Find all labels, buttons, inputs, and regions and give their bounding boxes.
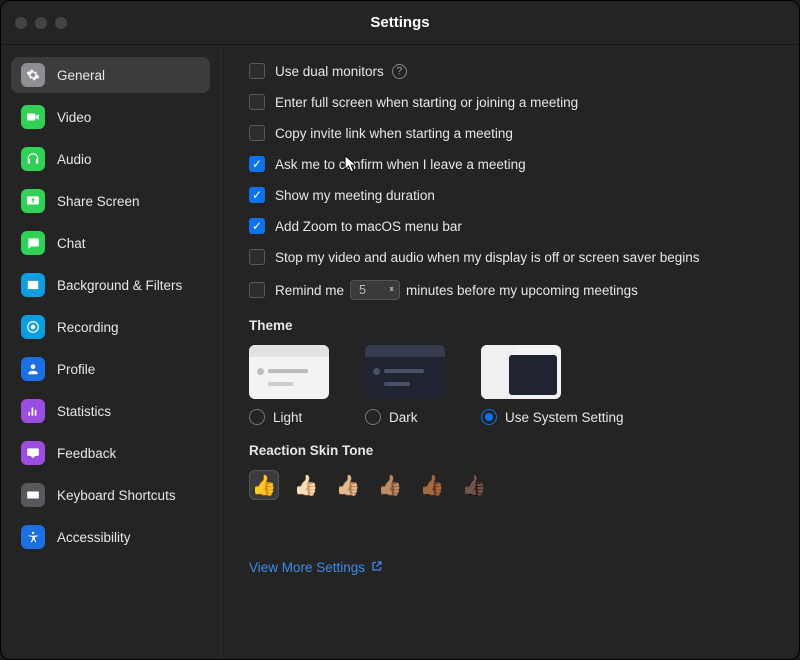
sidebar-item-background-filters[interactable]: Background & Filters bbox=[11, 267, 210, 303]
sidebar-item-recording[interactable]: Recording bbox=[11, 309, 210, 345]
sidebar-item-label: Recording bbox=[57, 320, 119, 335]
help-icon[interactable]: ? bbox=[392, 64, 407, 79]
theme-option-use-system-setting[interactable]: Use System Setting bbox=[481, 345, 624, 425]
theme-option-light[interactable]: Light bbox=[249, 345, 329, 425]
profile-icon bbox=[21, 357, 45, 381]
theme-label: Light bbox=[273, 410, 302, 425]
headphones-icon bbox=[21, 147, 45, 171]
sidebar-item-label: Profile bbox=[57, 362, 95, 377]
setting-checkbox[interactable] bbox=[249, 249, 265, 265]
skin-tone-option[interactable]: 👍🏾 bbox=[417, 470, 447, 500]
sidebar-item-label: Chat bbox=[57, 236, 86, 251]
skin-tone-option[interactable]: 👍🏻 bbox=[291, 470, 321, 500]
close-window-button[interactable] bbox=[15, 17, 27, 29]
sidebar-item-label: General bbox=[57, 68, 105, 83]
window-title: Settings bbox=[370, 14, 429, 31]
setting-checkbox[interactable] bbox=[249, 187, 265, 203]
remind-minutes-value: 5 bbox=[359, 283, 366, 297]
remind-me-prefix: Remind me bbox=[275, 283, 344, 298]
sidebar-item-label: Background & Filters bbox=[57, 278, 182, 293]
setting-row: Ask me to confirm when I leave a meeting bbox=[249, 156, 771, 172]
setting-label: Ask me to confirm when I leave a meeting bbox=[275, 157, 526, 172]
setting-checkbox[interactable] bbox=[249, 94, 265, 110]
zoom-window-button[interactable] bbox=[55, 17, 67, 29]
settings-sidebar: General Video Audio Share Screen Chat Backgro… bbox=[1, 45, 221, 659]
sidebar-item-video[interactable]: Video bbox=[11, 99, 210, 135]
skin-tone-option[interactable]: 👍🏼 bbox=[333, 470, 363, 500]
setting-label: Add Zoom to macOS menu bar bbox=[275, 219, 462, 234]
setting-row: Show my meeting duration bbox=[249, 187, 771, 203]
sidebar-item-label: Accessibility bbox=[57, 530, 131, 545]
chat-icon bbox=[21, 231, 45, 255]
view-more-settings-link[interactable]: View More Settings bbox=[249, 560, 383, 575]
theme-option-dark[interactable]: Dark bbox=[365, 345, 445, 425]
setting-label: Copy invite link when starting a meeting bbox=[275, 126, 513, 141]
sidebar-item-label: Feedback bbox=[57, 446, 116, 461]
remind-me-suffix: minutes before my upcoming meetings bbox=[406, 283, 638, 298]
video-icon bbox=[21, 105, 45, 129]
sidebar-item-share-screen[interactable]: Share Screen bbox=[11, 183, 210, 219]
skin-tone-option[interactable]: 👍 bbox=[249, 470, 279, 500]
theme-radio[interactable] bbox=[249, 409, 265, 425]
setting-label: Use dual monitors bbox=[275, 64, 384, 79]
sidebar-item-label: Statistics bbox=[57, 404, 111, 419]
setting-checkbox[interactable] bbox=[249, 63, 265, 79]
sidebar-item-label: Video bbox=[57, 110, 91, 125]
remind-minutes-stepper[interactable]: 5 ▲▼ bbox=[350, 280, 400, 300]
sidebar-item-profile[interactable]: Profile bbox=[11, 351, 210, 387]
setting-label: Enter full screen when starting or joini… bbox=[275, 95, 578, 110]
skin-tone-option[interactable]: 👍🏽 bbox=[375, 470, 405, 500]
remind-me-checkbox[interactable] bbox=[249, 282, 265, 298]
setting-checkbox[interactable] bbox=[249, 218, 265, 234]
settings-content: Use dual monitors? Enter full screen when… bbox=[221, 45, 799, 659]
gear-icon bbox=[21, 63, 45, 87]
theme-label: Use System Setting bbox=[505, 410, 624, 425]
theme-thumbnail bbox=[365, 345, 445, 399]
sidebar-item-audio[interactable]: Audio bbox=[11, 141, 210, 177]
setting-row: Copy invite link when starting a meeting bbox=[249, 125, 771, 141]
accessibility-icon bbox=[21, 525, 45, 549]
recording-icon bbox=[21, 315, 45, 339]
theme-thumbnail bbox=[481, 345, 561, 399]
feedback-icon bbox=[21, 441, 45, 465]
share-screen-icon bbox=[21, 189, 45, 213]
theme-label: Dark bbox=[389, 410, 418, 425]
sidebar-item-statistics[interactable]: Statistics bbox=[11, 393, 210, 429]
external-link-icon bbox=[371, 560, 383, 575]
theme-radio[interactable] bbox=[365, 409, 381, 425]
minimize-window-button[interactable] bbox=[35, 17, 47, 29]
setting-row: Stop my video and audio when my display … bbox=[249, 249, 771, 265]
sidebar-item-label: Share Screen bbox=[57, 194, 140, 209]
sidebar-item-chat[interactable]: Chat bbox=[11, 225, 210, 261]
theme-thumbnail bbox=[249, 345, 329, 399]
setting-checkbox[interactable] bbox=[249, 156, 265, 172]
statistics-icon bbox=[21, 399, 45, 423]
sidebar-item-keyboard-shortcuts[interactable]: Keyboard Shortcuts bbox=[11, 477, 210, 513]
theme-section-title: Theme bbox=[249, 318, 771, 333]
window-controls bbox=[15, 17, 67, 29]
setting-label: Stop my video and audio when my display … bbox=[275, 250, 699, 265]
setting-label: Show my meeting duration bbox=[275, 188, 435, 203]
setting-row: Use dual monitors? bbox=[249, 63, 771, 79]
view-more-label: View More Settings bbox=[249, 560, 365, 575]
background-icon bbox=[21, 273, 45, 297]
sidebar-item-accessibility[interactable]: Accessibility bbox=[11, 519, 210, 555]
sidebar-item-general[interactable]: General bbox=[11, 57, 210, 93]
setting-row: Enter full screen when starting or joini… bbox=[249, 94, 771, 110]
sidebar-item-label: Audio bbox=[57, 152, 92, 167]
sidebar-item-label: Keyboard Shortcuts bbox=[57, 488, 176, 503]
skin-tone-section-title: Reaction Skin Tone bbox=[249, 443, 771, 458]
titlebar: Settings bbox=[1, 1, 799, 45]
keyboard-icon bbox=[21, 483, 45, 507]
skin-tone-option[interactable]: 👍🏿 bbox=[459, 470, 489, 500]
setting-checkbox[interactable] bbox=[249, 125, 265, 141]
sidebar-item-feedback[interactable]: Feedback bbox=[11, 435, 210, 471]
theme-radio[interactable] bbox=[481, 409, 497, 425]
setting-row: Add Zoom to macOS menu bar bbox=[249, 218, 771, 234]
